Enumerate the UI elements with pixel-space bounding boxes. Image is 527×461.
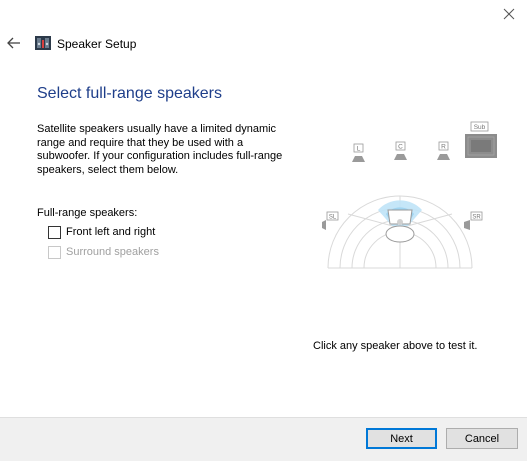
speaker-surround-left[interactable]: SL (322, 211, 339, 230)
close-icon (503, 8, 514, 20)
speaker-label-c: C (398, 144, 403, 151)
front-left-right-checkbox[interactable] (48, 225, 61, 239)
speaker-label-sub: Sub (474, 124, 486, 131)
speaker-label-sl: SL (329, 215, 337, 221)
front-left-right-checkbox-row[interactable]: Front left and right (48, 224, 155, 240)
speaker-subwoofer[interactable]: Sub (465, 121, 497, 158)
next-button[interactable]: Next (366, 428, 437, 449)
speaker-label-sr: SR (472, 215, 481, 221)
test-speaker-hint: Click any speaker above to test it. (313, 340, 478, 352)
listener-figure (385, 209, 415, 243)
speaker-setup-icon (35, 36, 51, 50)
surround-speakers-label: Surround speakers (66, 246, 159, 258)
speaker-label-l: L (357, 146, 361, 153)
speaker-label-r: R (441, 144, 446, 151)
back-button[interactable] (2, 32, 26, 54)
page-heading: Select full-range speakers (37, 85, 222, 102)
cancel-button[interactable]: Cancel (446, 428, 518, 449)
window-title: Speaker Setup (57, 37, 137, 51)
speaker-center[interactable]: C (394, 141, 407, 160)
back-arrow-icon (7, 37, 20, 49)
surround-speakers-checkbox-row: Surround speakers (48, 244, 159, 260)
speaker-front-left[interactable]: L (352, 143, 365, 162)
front-left-right-label[interactable]: Front left and right (66, 226, 155, 238)
speaker-front-right[interactable]: R (437, 141, 450, 160)
surround-speakers-checkbox (48, 245, 61, 259)
speaker-diagram: L C R Sub SL SR (322, 121, 497, 269)
full-range-group-label: Full-range speakers: (37, 207, 138, 219)
description-text: Satellite speakers usually have a limite… (37, 123, 283, 176)
speaker-surround-right[interactable]: SR (464, 211, 483, 230)
close-button[interactable] (490, 0, 527, 28)
